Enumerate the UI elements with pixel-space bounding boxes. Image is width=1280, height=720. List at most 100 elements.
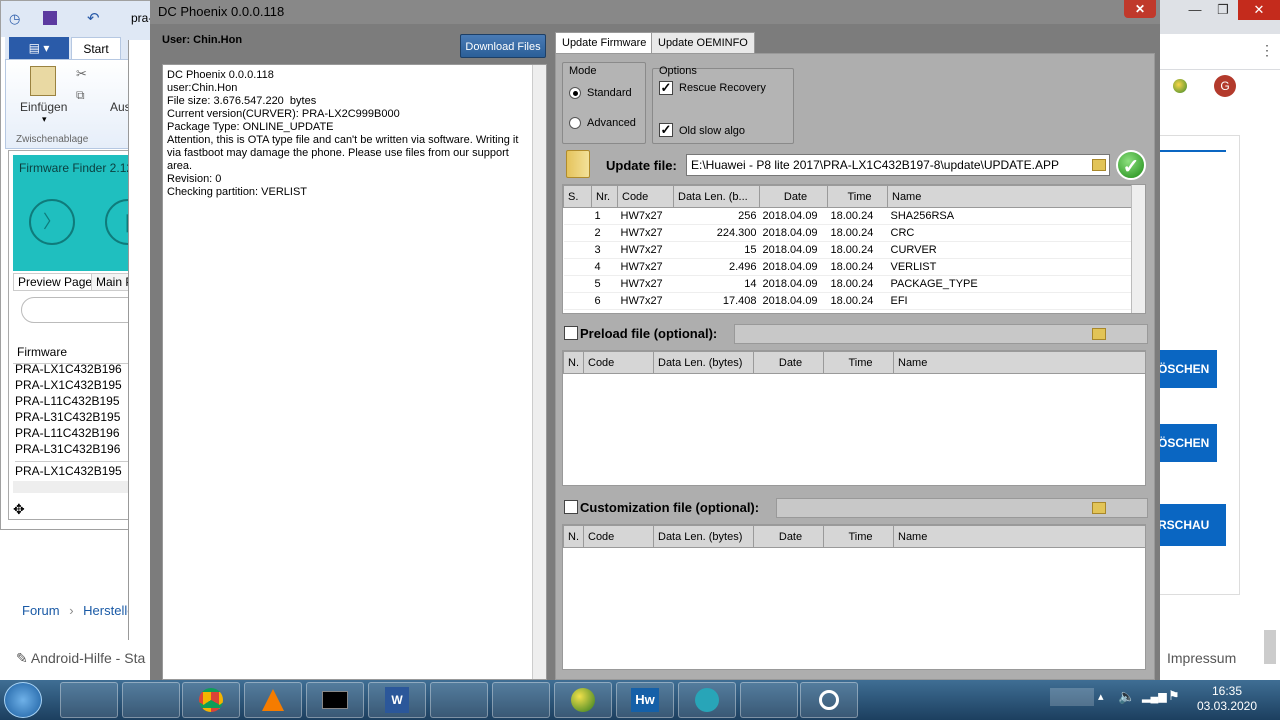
radio-standard[interactable] [569,87,581,99]
move-icon[interactable]: ✥ [13,501,25,518]
table-row[interactable]: 4 HW7x27 2.496 2018.04.09 18.00.24 VERLIST [563,258,1132,276]
paint-icon[interactable] [740,682,798,718]
flag-icon[interactable]: ⚑ [1168,688,1180,704]
save-icon[interactable] [43,11,57,25]
radio-standard-label[interactable]: Standard [587,87,632,99]
preload-file-input[interactable] [734,324,1148,344]
breadcrumb-forum[interactable]: Forum [22,603,60,618]
radio-advanced-label[interactable]: Advanced [587,117,636,129]
col-s[interactable]: S. [563,185,592,208]
col-name[interactable]: Name [887,185,1132,208]
user-label: User: Chin.Hon [162,34,243,46]
browse-folder-icon[interactable] [1092,159,1106,171]
network-icon[interactable]: ▂▄▆ [1142,690,1167,703]
customization-checkbox[interactable] [564,500,578,514]
col-date[interactable]: Date [759,185,828,208]
update-file-path[interactable]: E:\Huawei - P8 lite 2017\PRA-LX1C432B197… [686,154,1110,176]
word-app-icon[interactable]: ◷ [9,11,20,27]
paste-icon[interactable] [30,66,56,96]
clipboard-group-label: Zwischenablage [16,134,89,145]
list-item[interactable]: PRA-LX1C432B196 [15,361,135,377]
table-row[interactable]: 3 HW7x27 15 2018.04.09 18.00.24 CURVER [563,241,1132,259]
table-row[interactable]: 6 HW7x27 17.408 2018.04.09 18.00.24 EFI [563,292,1132,310]
list-item[interactable]: PRA-L11C432B196 [15,425,135,441]
globe-icon[interactable] [554,682,612,718]
chevron-up-icon[interactable]: ▴ [1098,690,1104,703]
col-data-len[interactable]: Data Len. (b... [673,185,760,208]
download-files-button[interactable]: Download Files [460,34,546,58]
cut-icon[interactable]: ✂ [76,66,87,82]
col-code[interactable]: Code [583,351,654,374]
hw-icon[interactable]: Hw [616,682,674,718]
chevron-down-icon[interactable]: ▾ [42,114,47,125]
search-icon[interactable] [800,682,858,718]
table-row[interactable]: 5 HW7x27 14 2018.04.09 18.00.24 PACKAGE_TYPE [563,275,1132,293]
col-time[interactable]: Time [827,185,888,208]
cmd-icon[interactable] [306,682,364,718]
rescue-recovery-label[interactable]: Rescue Recovery [679,82,766,94]
word-icon[interactable] [60,682,118,718]
col-time[interactable]: Time [823,525,894,548]
footer-link-impressum[interactable]: Impressum [1167,650,1236,666]
restore-icon[interactable]: ❐ [1208,0,1238,20]
col-name[interactable]: Name [893,525,1145,548]
list-item[interactable]: PRA-L31C432B195 [15,409,135,425]
undo-icon[interactable]: ↶ [87,9,100,27]
paste-button[interactable]: Einfügen [20,100,67,114]
file-tab[interactable]: ▤ ▾ [9,37,69,59]
browser-scrollbar[interactable] [1264,630,1276,664]
extension-icon[interactable] [1173,79,1187,93]
breadcrumb-manufacturer[interactable]: Herstelle [83,603,134,618]
col-name[interactable]: Name [893,351,1145,374]
old-slow-algo-label[interactable]: Old slow algo [679,125,745,137]
col-date[interactable]: Date [753,351,824,374]
log-scrollbar[interactable] [532,65,546,679]
col-data-len[interactable]: Data Len. (bytes) [653,525,754,548]
start-button[interactable] [4,682,42,718]
close-icon[interactable]: ✕ [1238,0,1280,20]
preload-folder-icon[interactable] [1092,328,1106,340]
word-doc-icon[interactable]: W [368,682,426,718]
explorer-icon[interactable] [122,682,180,718]
list-item[interactable]: PRA-LX1C432B195 [15,377,135,393]
log-line: Package Type: ONLINE_UPDATE [167,121,334,133]
tab-preview-page[interactable]: Preview Page [13,273,98,291]
minimize-icon[interactable]: — [1180,0,1210,20]
list-item[interactable]: PRA-L11C432B195 [15,393,135,409]
control-icon[interactable] [430,682,488,718]
col-date[interactable]: Date [753,525,824,548]
col-data-len[interactable]: Data Len. (bytes) [653,351,754,374]
menu-icon[interactable]: ⋮ [1260,42,1274,59]
volume-icon[interactable]: 🔈 [1118,688,1135,705]
old-slow-algo-checkbox[interactable]: ✓ [659,123,673,137]
chrome-icon[interactable] [182,682,240,718]
vlc-icon[interactable] [244,682,302,718]
folder-icon[interactable] [566,150,590,178]
preload-checkbox[interactable] [564,326,578,340]
monitor-icon[interactable] [492,682,550,718]
table-row[interactable]: 2 HW7x27 224.300 2018.04.09 18.00.24 CRC [563,224,1132,242]
col-n[interactable]: N. [563,351,584,374]
table-scrollbar[interactable] [1131,185,1145,313]
tab-update-firmware[interactable]: Update Firmware [555,32,654,54]
tab-start[interactable]: Start [71,37,121,59]
selected-firmware[interactable]: PRA-LX1C432B195 [15,461,135,478]
customization-folder-icon[interactable] [1092,502,1106,514]
tab-update-oeminfo[interactable]: Update OEMINFO [651,32,755,54]
footer-link-left[interactable]: ✎ Android-Hilfe - Sta [16,650,145,667]
col-time[interactable]: Time [823,351,894,374]
clock[interactable]: 16:35 03.03.2020 [1192,684,1262,714]
close-icon[interactable]: ✕ [1124,0,1156,18]
col-code[interactable]: Code [617,185,674,208]
col-code[interactable]: Code [583,525,654,548]
table-row[interactable]: 1 HW7x27 256 2018.04.09 18.00.24 SHA256RSA [563,207,1132,225]
col-nr[interactable]: Nr. [591,185,618,208]
radio-advanced[interactable] [569,117,581,129]
list-item[interactable]: PRA-L31C432B196 [15,441,135,457]
cube-icon[interactable] [678,682,736,718]
play-icon[interactable]: 〉 [29,199,75,245]
rescue-recovery-checkbox[interactable]: ✓ [659,81,673,95]
copy-icon[interactable]: ⧉ [76,88,85,103]
avatar[interactable]: G [1214,75,1236,97]
col-n[interactable]: N. [563,525,584,548]
